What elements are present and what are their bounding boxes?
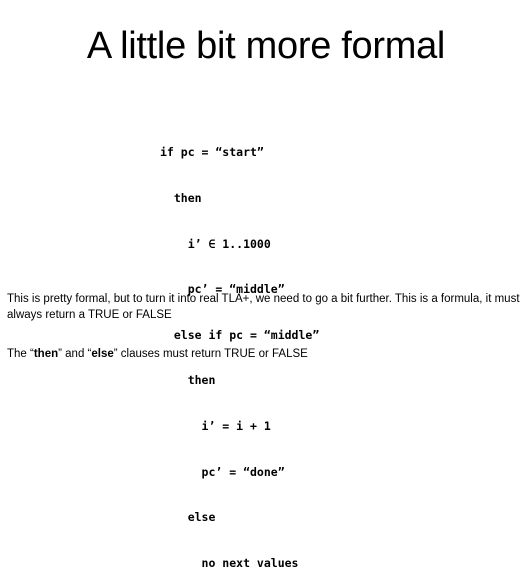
explanation-paragraph: This is pretty formal, but to turn it in… [7,293,520,321]
slide-title: A little bit more formal [86,25,446,67]
code-line: else if pc = “middle” [160,327,320,342]
clauses-text-part: ” and “ [58,348,92,360]
code-line: then [160,373,216,388]
clauses-paragraph: The “then” and “else” clauses must retur… [7,346,529,362]
else-keyword: else [91,348,114,360]
code-line: then [160,191,202,205]
code-line: if pc = “start” [160,145,264,160]
code-line: else [160,510,216,525]
code-line: i’ ∈ 1..1000 [160,236,271,251]
clauses-text-part: The “ [7,348,34,360]
clauses-text-part: ” clauses must return TRUE or FALSE [113,348,308,360]
then-keyword: then [33,348,59,360]
code-line: i’ = i + 1 [160,418,271,433]
code-line: pc’ = “done” [160,464,285,479]
code-line: no next values [160,555,299,570]
